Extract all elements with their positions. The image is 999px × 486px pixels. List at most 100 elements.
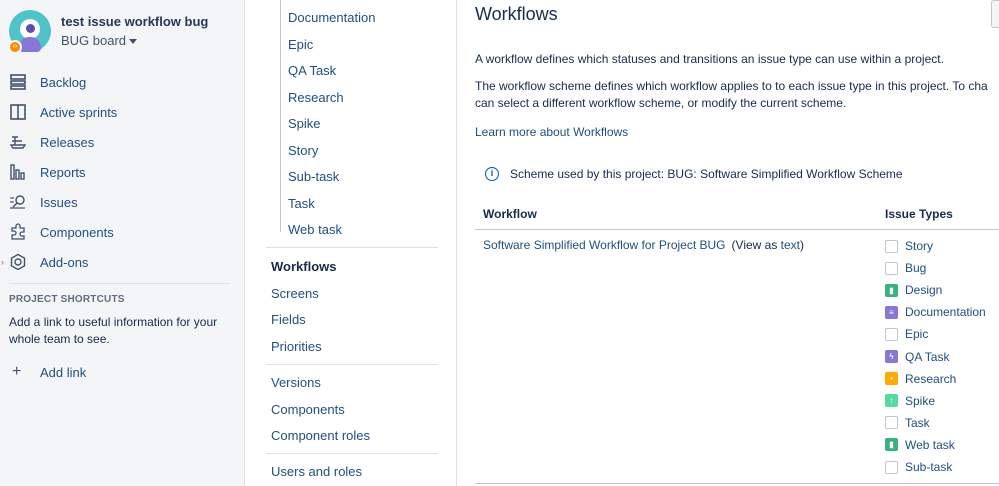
lightning-icon: ϟ (885, 350, 898, 363)
bookmark-icon: ▮ (885, 283, 898, 297)
issue-type-row: Epic (885, 326, 928, 342)
nav-issue-type-documentation[interactable]: Documentation (288, 10, 375, 25)
issue-type-label[interactable]: Design (905, 283, 942, 297)
issue-type-row: Sub-task (885, 459, 952, 475)
sidebar-item-add-ons[interactable]: › Add-ons (0, 250, 245, 274)
sidebar-item-issues[interactable]: Issues (0, 190, 245, 214)
nav-users-and-roles[interactable]: Users and roles (271, 464, 362, 479)
issue-type-blank-icon (885, 239, 898, 253)
document-icon: ≡ (885, 305, 898, 319)
issue-type-row: Task (885, 415, 930, 431)
nav-divider (266, 247, 438, 248)
issue-type-row: ▮ Web task (885, 437, 955, 453)
nav-issue-type-epic[interactable]: Epic (288, 37, 313, 52)
issue-type-row: ↑ Spike (885, 393, 935, 409)
active-sprints-icon (9, 103, 27, 121)
issue-type-label[interactable]: Spike (905, 394, 935, 408)
issue-type-blank-icon (885, 327, 898, 341)
workflow-name-link[interactable]: Software Simplified Workflow for Project… (483, 238, 726, 252)
view-as-prefix: (View as (731, 238, 781, 252)
project-avatar[interactable]: ‹› (8, 10, 51, 54)
nav-priorities[interactable]: Priorities (271, 339, 322, 354)
sidebar-item-reports[interactable]: Reports (0, 160, 245, 184)
nav-issue-type-web-task[interactable]: Web task (288, 222, 342, 237)
bookmark-icon: ▮ (885, 438, 898, 452)
project-settings-nav: Documentation Epic QA Task Research Spik… (245, 0, 457, 486)
nav-divider (266, 453, 438, 454)
sidebar-item-label: Issues (40, 194, 78, 210)
sidebar-divider (9, 283, 230, 284)
code-badge-icon: ‹› (8, 40, 22, 54)
project-shortcuts-heading: PROJECT SHORTCUTS (9, 294, 125, 305)
issue-type-blank-icon (885, 261, 898, 275)
learn-more-link[interactable]: Learn more about Workflows (475, 125, 628, 139)
issue-type-label[interactable]: Web task (905, 438, 955, 452)
sidebar-item-label: Backlog (40, 74, 87, 90)
issues-icon (9, 193, 27, 211)
issue-type-label[interactable]: Bug (905, 261, 926, 275)
column-header-issue-types: Issue Types (885, 207, 953, 221)
info-icon: i (485, 167, 499, 181)
sidebar-item-active-sprints[interactable]: Active sprints (0, 100, 245, 124)
actions-button[interactable] (991, 0, 999, 28)
nav-issue-type-spike[interactable]: Spike (288, 116, 321, 131)
nav-issue-type-task[interactable]: Task (288, 196, 315, 211)
nav-issue-type-sub-task[interactable]: Sub-task (288, 169, 339, 184)
nav-versions[interactable]: Versions (271, 375, 321, 390)
issue-type-label[interactable]: QA Task (905, 350, 949, 364)
issue-types-tree-line (280, 0, 282, 232)
issue-type-blank-icon (885, 460, 898, 474)
issue-type-row: Bug (885, 260, 926, 276)
backlog-icon (9, 73, 27, 91)
project-sidebar: ‹› test issue workflow bug BUG board Bac… (0, 0, 245, 486)
board-label: BUG board (61, 33, 127, 48)
issue-type-row: Story (885, 238, 933, 254)
nav-component-roles[interactable]: Component roles (271, 428, 370, 443)
table-bottom-divider (475, 483, 999, 484)
issue-type-label[interactable]: Task (905, 416, 930, 430)
avatar-pupil (26, 24, 35, 33)
arrow-up-icon: ↑ (885, 394, 898, 408)
sidebar-item-label: Components (40, 224, 114, 240)
sidebar-item-components[interactable]: Components (0, 220, 245, 244)
issue-type-row: • Research (885, 371, 956, 387)
project-title[interactable]: test issue workflow bug (61, 14, 208, 29)
issue-type-label[interactable]: Research (905, 372, 956, 386)
chevron-right-icon[interactable]: › (1, 257, 4, 267)
reports-icon (9, 163, 27, 181)
plus-icon: + (12, 363, 22, 380)
issue-type-row: ϟ QA Task (885, 349, 949, 365)
sidebar-item-label: Active sprints (40, 104, 118, 120)
project-shortcuts-text: Add a link to useful information for you… (9, 315, 218, 346)
issue-type-label[interactable]: Epic (905, 327, 928, 341)
sidebar-item-label: Releases (40, 134, 95, 150)
view-as-suffix: ) (800, 238, 805, 252)
nav-screens[interactable]: Screens (271, 286, 319, 301)
issue-type-label[interactable]: Sub-task (905, 460, 952, 474)
nav-issue-type-qa-task[interactable]: QA Task (288, 63, 336, 78)
nav-components[interactable]: Components (271, 402, 345, 417)
workflow-description: A workflow defines which statuses and tr… (475, 52, 944, 66)
sidebar-item-backlog[interactable]: Backlog (0, 70, 245, 94)
nav-fields[interactable]: Fields (271, 312, 306, 327)
nav-issue-type-research[interactable]: Research (288, 90, 344, 105)
board-selector[interactable]: BUG board (61, 33, 138, 48)
scheme-description-line-2: can select a different workflow scheme, … (475, 96, 847, 110)
issue-type-row: ≡ Documentation (885, 304, 986, 320)
issue-type-label[interactable]: Story (905, 239, 933, 253)
add-ons-icon (9, 253, 27, 271)
scheme-info-message: i Scheme used by this project: BUG: Soft… (485, 165, 903, 183)
scheme-description-line-1: The workflow scheme defines which workfl… (475, 79, 988, 93)
issue-type-row: ▮ Design (885, 282, 942, 298)
sidebar-item-releases[interactable]: Releases (0, 130, 245, 154)
nav-divider (266, 364, 438, 365)
add-link-button[interactable]: + Add link (0, 363, 245, 383)
table-header-divider (475, 229, 999, 230)
view-as-text-link[interactable]: text (781, 238, 800, 252)
scheme-info-text: Scheme used by this project: BUG: Softwa… (510, 167, 903, 181)
issue-type-label[interactable]: Documentation (905, 305, 986, 319)
issue-type-blank-icon (885, 416, 898, 430)
avatar-body (19, 37, 41, 52)
nav-workflows[interactable]: Workflows (271, 259, 337, 274)
nav-issue-type-story[interactable]: Story (288, 143, 318, 158)
